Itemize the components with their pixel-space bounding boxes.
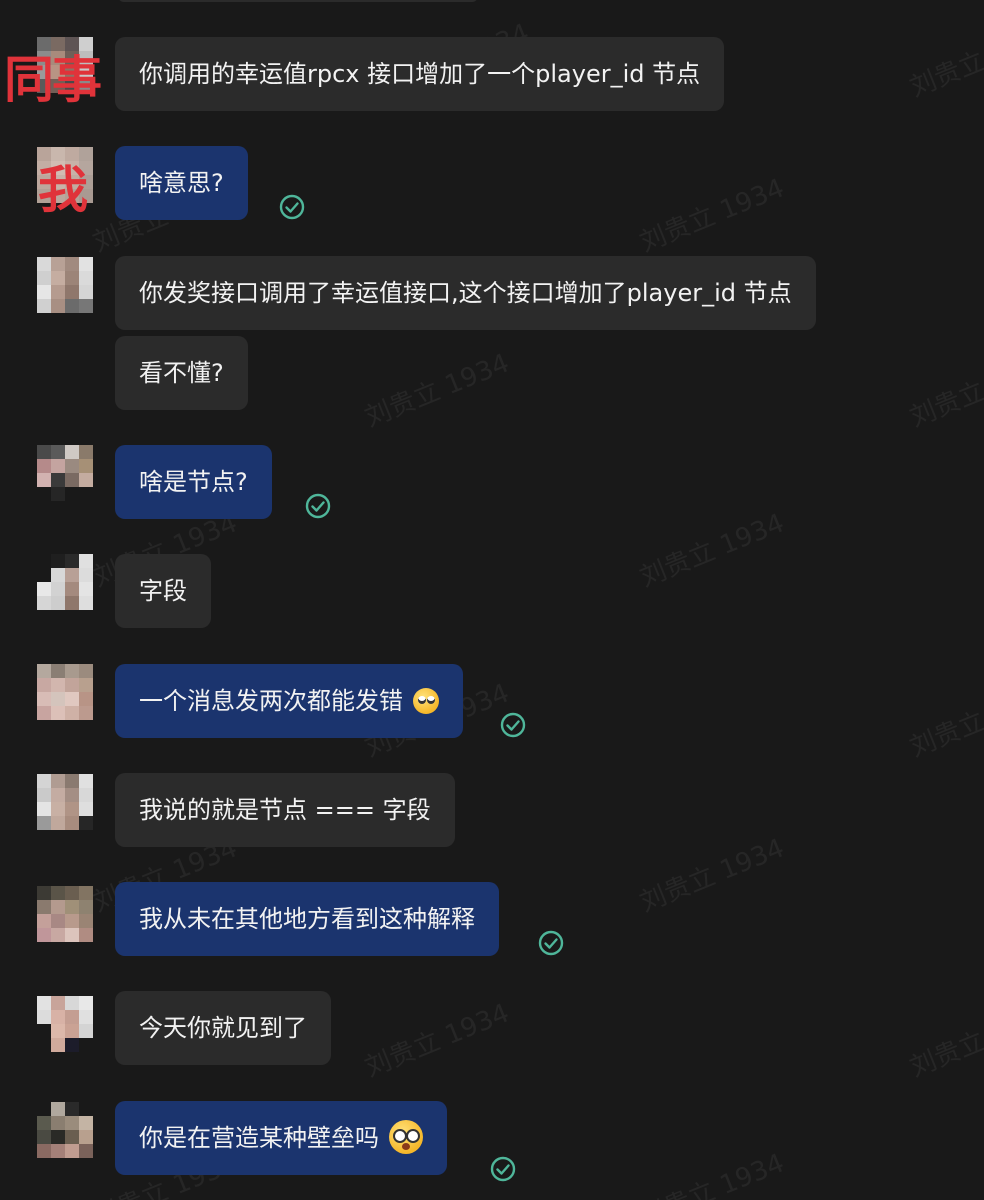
watermark: 刘贵立 1934 — [905, 998, 984, 1084]
message-bubble[interactable]: 我从未在其他地方看到这种解释 — [115, 882, 499, 956]
flushed-face-icon — [389, 1120, 423, 1154]
watermark: 刘贵立 1934 — [635, 1148, 789, 1200]
watermark: 刘贵立 1934 — [360, 348, 514, 434]
chat-window: 刘贵立 1934 刘贵立 1934 刘贵立 1934 刘贵立 1934 刘贵立 … — [0, 0, 984, 1200]
avatar[interactable] — [37, 774, 93, 830]
message-bubble[interactable]: 你调用的幸运值rpcx 接口增加了一个player_id 节点 — [115, 37, 725, 111]
avatar[interactable] — [37, 664, 93, 720]
watermark: 刘贵立 1934 — [905, 18, 984, 104]
read-check-icon — [500, 712, 526, 738]
message-bubble[interactable]: 字段 — [115, 554, 211, 628]
avatar[interactable] — [37, 996, 93, 1052]
watermark: 刘贵立 1934 — [905, 678, 984, 764]
previous-message-bubble — [118, 0, 478, 2]
message-bubble[interactable]: 一个消息发两次都能发错 — [115, 664, 463, 738]
message-bubble[interactable]: 今天你就见到了 — [115, 991, 331, 1065]
watermark: 刘贵立 1934 — [635, 833, 789, 919]
message-bubble[interactable]: 你发奖接口调用了幸运值接口,这个接口增加了player_id 节点 — [115, 256, 816, 330]
message-bubble[interactable]: 看不懂? — [115, 336, 248, 410]
watermark: 刘贵立 1934 — [905, 348, 984, 434]
avatar[interactable] — [37, 257, 93, 313]
message-bubble[interactable]: 啥是节点? — [115, 445, 272, 519]
watermark: 刘贵立 1934 — [635, 508, 789, 594]
watermark: 刘贵立 1934 — [360, 998, 514, 1084]
watermark: 刘贵立 1934 — [635, 173, 789, 259]
message-bubble[interactable]: 我说的就是节点 === 字段 — [115, 773, 455, 847]
message-text: 你是在营造某种壁垒吗 — [139, 1124, 379, 1152]
avatar[interactable] — [37, 445, 93, 501]
message-text: 一个消息发两次都能发错 — [139, 687, 403, 715]
message-bubble[interactable]: 你是在营造某种壁垒吗 — [115, 1101, 447, 1175]
read-check-icon — [538, 930, 564, 956]
message-bubble[interactable]: 啥意思? — [115, 146, 248, 220]
read-check-icon — [305, 493, 331, 519]
face-with-rolling-eyes-icon — [413, 688, 439, 714]
avatar[interactable] — [37, 886, 93, 942]
read-check-icon — [490, 1156, 516, 1182]
me-annotation: 我 — [38, 161, 88, 219]
avatar[interactable] — [37, 554, 93, 610]
colleague-annotation: 同事 — [4, 51, 102, 109]
avatar[interactable] — [37, 1102, 93, 1158]
read-check-icon — [279, 194, 305, 220]
